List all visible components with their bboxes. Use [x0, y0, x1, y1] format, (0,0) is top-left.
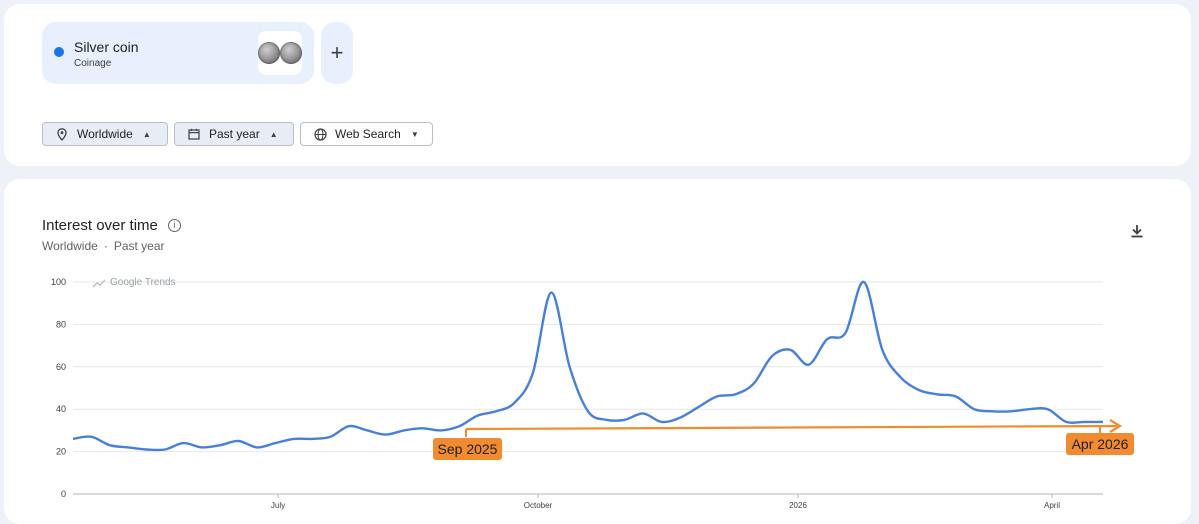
- y-tick-label: 60: [56, 362, 66, 372]
- series-line: [72, 280, 1103, 452]
- y-tick-label: 20: [56, 447, 66, 457]
- trend-chart: 0 20 40 60 80 100 July October 2026 April Google T…: [51, 277, 1134, 510]
- end-date-label: Apr 2026: [1072, 436, 1129, 452]
- trends-logo-icon: [92, 279, 106, 288]
- x-tick-label: July: [271, 501, 285, 510]
- google-trends-watermark: Google Trends: [110, 277, 176, 288]
- y-tick-label: 0: [61, 489, 66, 499]
- x-tick-label: October: [524, 501, 553, 510]
- y-tick-label: 40: [56, 404, 66, 414]
- x-tick-label: 2026: [789, 501, 807, 510]
- x-tick-label: April: [1044, 501, 1060, 510]
- start-date-label: Sep 2025: [438, 441, 498, 457]
- y-tick-label: 80: [56, 319, 66, 329]
- y-tick-label: 100: [51, 277, 66, 287]
- annotation-arrow-line: [465, 424, 1118, 431]
